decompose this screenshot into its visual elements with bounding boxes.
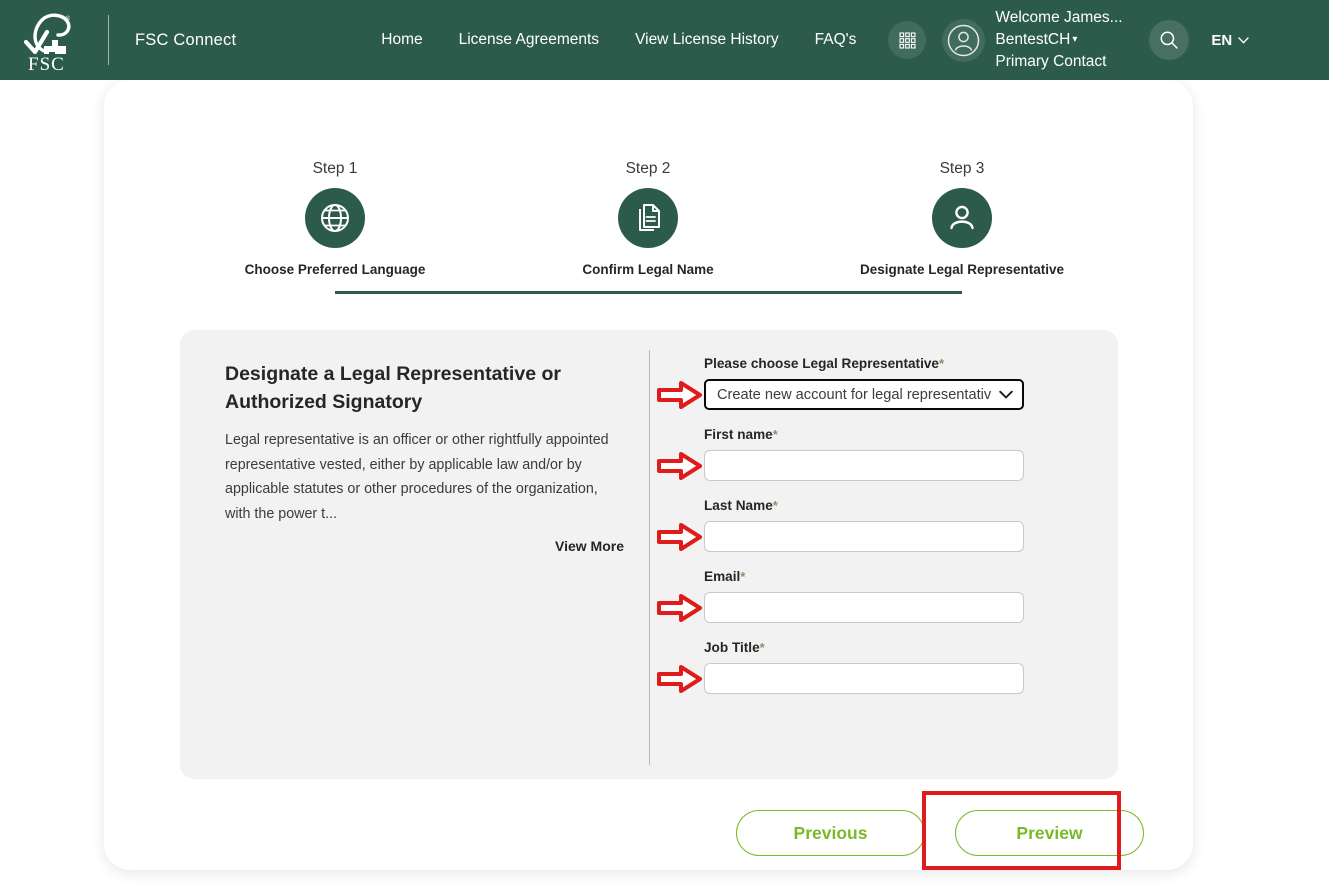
welcome-line-1: Welcome James... — [995, 9, 1123, 26]
fsc-tree-checkmark-logo: ® FSC — [23, 13, 71, 72]
stepper-track — [335, 291, 962, 294]
fields-column: Please choose Legal Representative* Crea… — [657, 356, 1049, 711]
search-icon — [1160, 31, 1179, 49]
required-marker: * — [740, 569, 746, 584]
step-3-label: Designate Legal Representative — [859, 262, 1065, 277]
field-email: Email* — [657, 569, 1049, 623]
info-column: Designate a Legal Representative or Auth… — [225, 360, 625, 554]
job-title-input[interactable] — [704, 663, 1024, 694]
documents-icon — [639, 204, 660, 231]
nav-faqs[interactable]: FAQ's — [815, 31, 857, 49]
logo-divider — [108, 15, 109, 65]
welcome-role: Primary Contact — [995, 53, 1107, 70]
required-marker: * — [772, 427, 778, 442]
red-pointer-arrow-icon — [657, 452, 702, 480]
wizard-card: Step 1 Choose Preferred Language Step 2 — [104, 80, 1193, 870]
step-3-number: Step 3 — [939, 160, 985, 177]
wizard-stepper: Step 1 Choose Preferred Language Step 2 — [104, 160, 1193, 294]
stepper-step-1[interactable]: Step 1 Choose Preferred Language — [220, 160, 450, 277]
search-button[interactable] — [1149, 20, 1190, 60]
svg-text:FSC: FSC — [28, 54, 65, 72]
red-pointer-arrow-icon — [657, 665, 702, 693]
field-legal-representative: Please choose Legal Representative* Crea… — [657, 356, 1049, 410]
step-1-label: Choose Preferred Language — [244, 262, 426, 277]
grid-apps-icon — [899, 31, 916, 49]
chevron-down-icon — [999, 390, 1013, 398]
chevron-down-icon: ▾ — [1072, 34, 1078, 45]
site-header: ® FSC FSC Connect Home License Agreement… — [0, 0, 1329, 80]
last-name-label-text: Last Name — [704, 498, 773, 513]
person-icon — [950, 205, 974, 230]
previous-button[interactable]: Previous — [736, 810, 925, 856]
red-pointer-arrow-icon — [657, 381, 702, 409]
required-marker: * — [759, 640, 765, 655]
language-label: EN — [1211, 31, 1233, 49]
field-last-name: Last Name* — [657, 498, 1049, 552]
view-more-link[interactable]: View More — [225, 538, 625, 554]
nav-license-agreements[interactable]: License Agreements — [459, 31, 599, 49]
main-navigation: Home License Agreements View License His… — [381, 31, 856, 49]
panel-divider — [649, 350, 650, 765]
grid-apps-button[interactable] — [888, 21, 927, 59]
field-job-title: Job Title* — [657, 640, 1049, 694]
welcome-user-menu[interactable]: Welcome James... BentestCH ▾ Primary Cont… — [995, 7, 1145, 73]
first-name-input[interactable] — [704, 450, 1024, 481]
globe-icon — [321, 204, 349, 232]
first-name-label-text: First name — [704, 427, 773, 442]
red-pointer-arrow-icon — [657, 594, 702, 622]
user-avatar-icon — [948, 24, 980, 56]
welcome-org-name: BentestCH — [995, 31, 1071, 48]
job-title-label-text: Job Title — [704, 640, 760, 655]
avatar[interactable] — [942, 18, 986, 62]
form-panel: Designate a Legal Representative or Auth… — [180, 330, 1118, 779]
last-name-input[interactable] — [704, 521, 1024, 552]
nav-view-license-history[interactable]: View License History — [635, 31, 779, 49]
logo-block[interactable]: ® FSC FSC Connect — [22, 8, 236, 72]
info-title: Designate a Legal Representative or Auth… — [225, 363, 561, 413]
step-3-circle — [932, 188, 992, 248]
required-marker: * — [938, 356, 945, 371]
stepper-step-3[interactable]: Step 3 Designate Legal Representative — [847, 160, 1077, 277]
first-name-label: First name* — [704, 427, 1049, 442]
legal-representative-label: Please choose Legal Representative* — [704, 356, 1049, 371]
job-title-label: Job Title* — [704, 640, 1049, 655]
language-selector[interactable]: EN — [1211, 32, 1249, 49]
email-label-text: Email — [704, 569, 741, 584]
legal-representative-label-text: Please choose Legal Representative — [704, 356, 939, 371]
wizard-footer-buttons: Previous Preview — [104, 791, 1193, 870]
step-2-number: Step 2 — [625, 160, 671, 177]
last-name-label: Last Name* — [704, 498, 1049, 513]
field-first-name: First name* — [657, 427, 1049, 481]
chevron-down-icon — [1238, 36, 1249, 44]
red-pointer-arrow-icon — [657, 523, 702, 551]
legal-representative-value: Create new account for legal representat… — [717, 386, 992, 403]
required-marker: * — [772, 498, 778, 513]
svg-text:®: ® — [65, 15, 71, 23]
brand-name: FSC Connect — [135, 30, 237, 49]
step-2-label: Confirm Legal Name — [582, 262, 714, 277]
step-2-circle — [618, 188, 678, 248]
nav-home[interactable]: Home — [381, 31, 422, 49]
email-input[interactable] — [704, 592, 1024, 623]
info-body: Legal representative is an officer or ot… — [225, 432, 609, 522]
legal-representative-select[interactable]: Create new account for legal representat… — [704, 379, 1024, 410]
step-1-circle — [305, 188, 365, 248]
preview-button[interactable]: Preview — [955, 810, 1144, 856]
stepper-step-2[interactable]: Step 2 Confirm Legal Name — [533, 160, 763, 277]
header-right-cluster: Welcome James... BentestCH ▾ Primary Cont… — [888, 7, 1249, 73]
step-1-number: Step 1 — [312, 160, 358, 177]
email-label: Email* — [704, 569, 1049, 584]
welcome-line-2: BentestCH ▾ — [995, 29, 1145, 51]
